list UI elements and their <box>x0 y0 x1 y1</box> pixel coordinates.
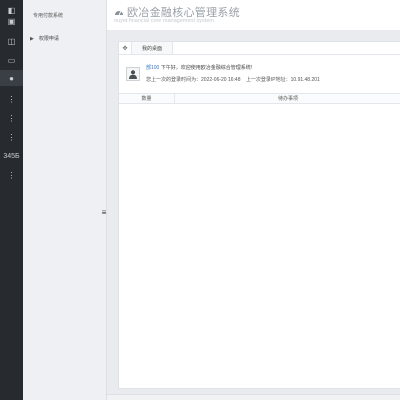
more-icon-3[interactable]: ⋮ <box>0 129 23 145</box>
top-header: 欧冶金融核心管理系统 ouyet financial core manageme… <box>107 0 400 30</box>
caret-right-icon: ▶ <box>30 35 34 42</box>
tab-my-desktop[interactable]: 我的桌面 <box>132 42 174 54</box>
last-ip-value: 10.91.48.201 <box>290 77 320 83</box>
column-header-todo[interactable]: 待办事项 <box>175 94 400 103</box>
monitor-icon[interactable]: ▭ <box>0 52 23 68</box>
last-ip-label: 上一次登录IP地址： <box>245 77 291 83</box>
table-header: 数量 待办事项 <box>119 93 400 104</box>
avatar <box>126 67 140 81</box>
last-login-time: 2022-06-20 16:48 <box>201 77 241 83</box>
more-icon-4[interactable]: ⋮ <box>0 167 23 183</box>
move-icon[interactable]: ✥ <box>119 42 132 54</box>
user-icon[interactable]: ● <box>0 70 23 86</box>
icon-rail: ◧ ▣ ◫ ▭ ● ⋮ ⋮ ⋮ 345Б ⋮ <box>0 0 23 400</box>
collapse-handle-icon[interactable]: ≡ <box>101 207 107 217</box>
grid-icon[interactable]: ▣ <box>0 13 23 29</box>
todo-table: 数量 待办事项 <box>119 93 400 104</box>
more-icon-2[interactable]: ⋮ <box>0 110 23 126</box>
last-login-info: 您上一次的登录时间为：2022-06-20 16:48 上一次登录IP地址：10… <box>146 76 320 83</box>
sidebar-header: 专用付款系统 <box>33 12 64 19</box>
gauge-icon <box>115 10 123 16</box>
sidebar-item-label: 权限申请 <box>38 36 59 42</box>
secondary-sidebar: 专用付款系统 ▶ 权限申请 <box>23 0 107 400</box>
username-link[interactable]: 部100 <box>146 65 159 71</box>
tab-bar: ✥ 我的桌面 <box>119 42 400 55</box>
column-header-count[interactable]: 数量 <box>119 94 175 103</box>
app-subtitle: ouyet financial core management system <box>114 18 214 24</box>
greeting-text: 下午好，欢迎使用欧冶金融综合管理系统! <box>159 65 253 71</box>
layers-icon[interactable]: ◫ <box>0 33 23 49</box>
welcome-greeting: 部100 下午好，欢迎使用欧冶金融综合管理系统! <box>146 64 252 71</box>
bottom-strip <box>107 394 400 400</box>
welcome-panel: 部100 下午好，欢迎使用欧冶金融综合管理系统! 您上一次的登录时间为：2022… <box>125 64 395 90</box>
user-avatar-icon <box>129 70 137 79</box>
main-panel: ✥ 我的桌面 部100 下午好，欢迎使用欧冶金融综合管理系统! 您上一次的登录时… <box>118 41 400 389</box>
more-icon[interactable]: ⋮ <box>0 91 23 107</box>
sidebar-item-permission[interactable]: ▶ 权限申请 <box>30 35 59 43</box>
last-login-label: 您上一次的登录时间为： <box>146 77 202 83</box>
rail-counter[interactable]: 345Б <box>0 148 23 164</box>
